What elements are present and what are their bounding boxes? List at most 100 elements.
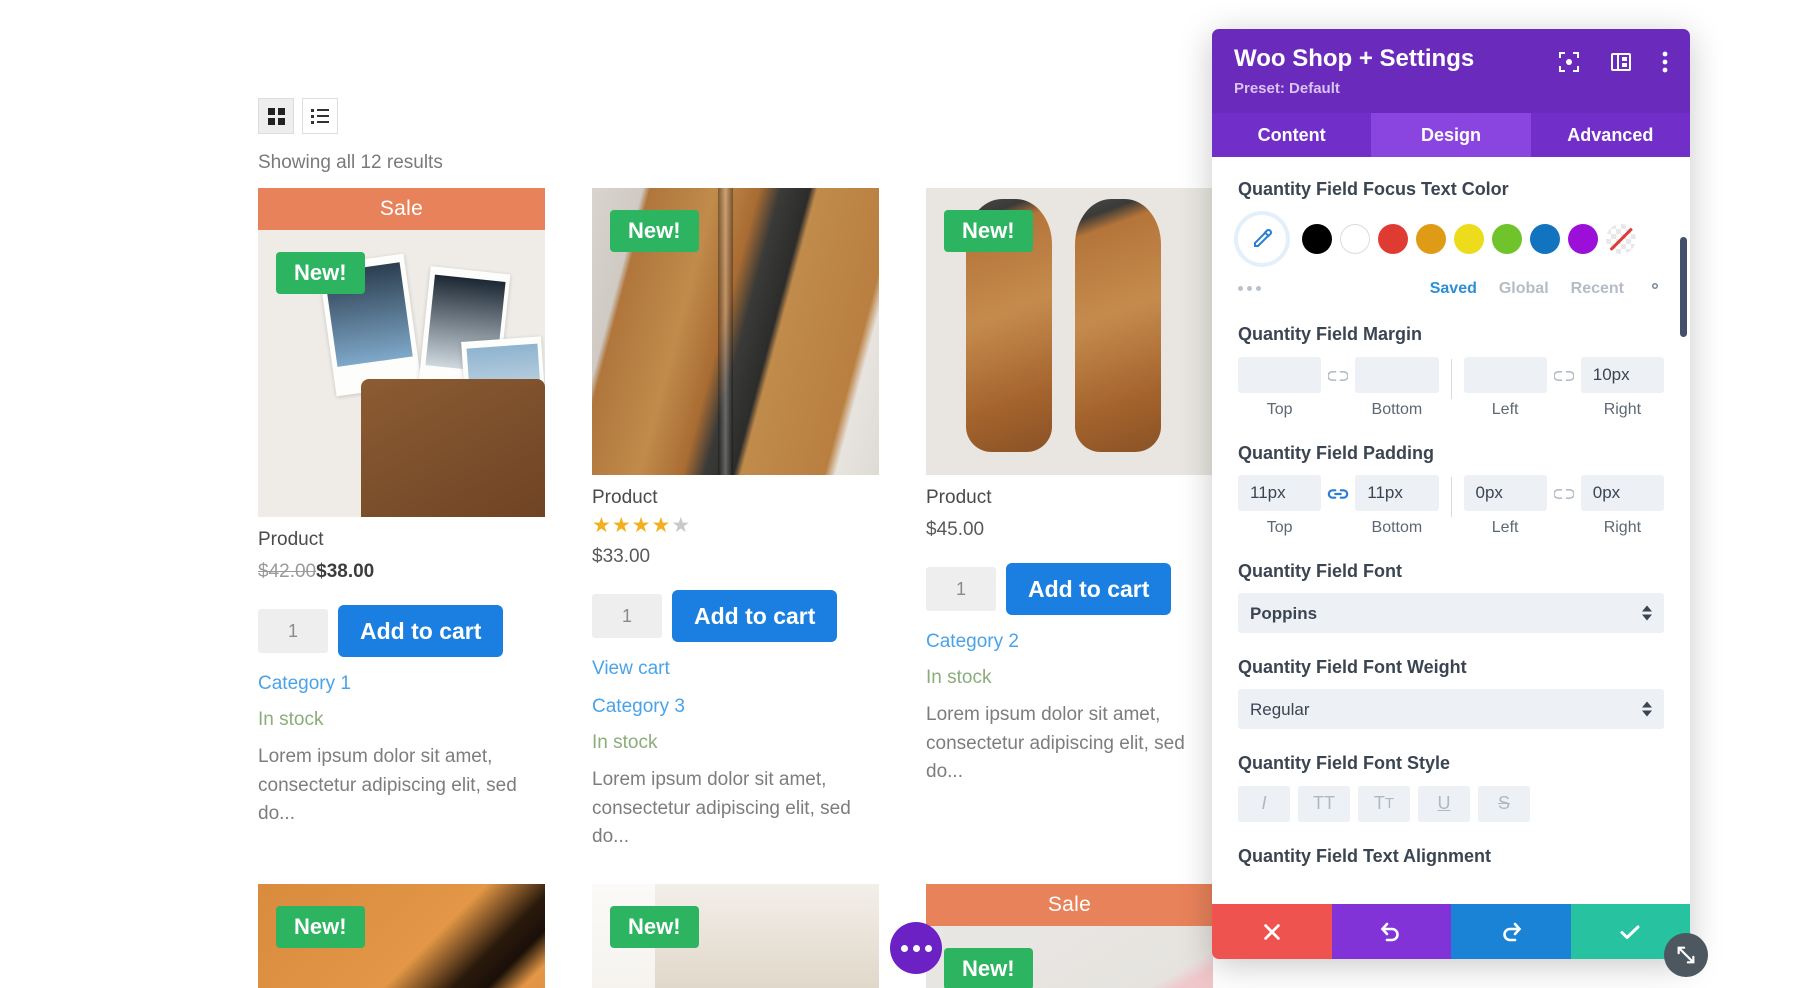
color-tab-global[interactable]: Global (1499, 280, 1549, 298)
swatch-black[interactable] (1302, 224, 1332, 255)
swatch-red[interactable] (1378, 224, 1408, 255)
product-card[interactable]: New! Product ★★★★★ $33.00 Add to cart Vi… (592, 188, 879, 852)
padding-block: Quantity Field Padding Top Bottom (1238, 441, 1664, 537)
gear-icon[interactable] (1646, 277, 1664, 300)
focus-icon[interactable] (1558, 51, 1580, 73)
new-badge: New! (276, 252, 365, 294)
product-card[interactable]: Sale New! Product $42.00$38.00 Add to ca… (258, 188, 545, 852)
tab-content[interactable]: Content (1212, 113, 1371, 157)
color-tab-saved[interactable]: Saved (1430, 280, 1477, 298)
product-price: $33.00 (592, 546, 651, 567)
italic-button[interactable]: I (1238, 785, 1290, 822)
product-image[interactable]: New! (258, 883, 545, 988)
product-image[interactable]: New! (926, 925, 1213, 988)
swatch-purple[interactable] (1568, 224, 1598, 255)
shop-page: Showing all 12 results Sale New! Product… (0, 0, 1240, 988)
product-category-link[interactable]: Category 3 (592, 696, 879, 718)
stock-status: In stock (258, 709, 324, 730)
list-view-button[interactable] (302, 98, 338, 134)
font-select[interactable]: Poppins (1238, 593, 1664, 634)
layout-icon[interactable] (1610, 51, 1632, 73)
sale-badge: Sale (258, 188, 545, 230)
floating-options-button[interactable] (890, 922, 942, 974)
padding-link-top-bottom-icon[interactable] (1321, 486, 1355, 526)
new-badge: New! (610, 905, 699, 948)
product-description: Lorem ipsum dolor sit amet, consectetur … (926, 704, 1185, 782)
settings-panel: Woo Shop + Settings Preset: Default Cont… (1212, 29, 1708, 977)
font-style-label: Quantity Field Font Style (1238, 753, 1451, 774)
quantity-input[interactable] (258, 609, 328, 653)
padding-left-caption: Left (1491, 518, 1519, 536)
panel-scrollbar[interactable] (1680, 237, 1687, 337)
font-weight-label: Quantity Field Font Weight (1238, 657, 1467, 678)
product-price: $45.00 (926, 519, 985, 540)
margin-right-caption: Right (1603, 400, 1642, 418)
padding-left-input[interactable] (1463, 474, 1547, 511)
redo-button[interactable] (1451, 904, 1571, 959)
sale-badge: Sale (926, 883, 1213, 926)
cancel-button[interactable] (1212, 904, 1332, 959)
product-image[interactable]: New! (592, 883, 879, 988)
margin-bottom-input[interactable] (1355, 356, 1439, 393)
swatch-green[interactable] (1492, 224, 1522, 255)
more-dots-icon[interactable] (1238, 286, 1294, 292)
product-card[interactable]: New! Product $45.00 Add to cart Category… (926, 188, 1213, 852)
padding-right-input[interactable] (1580, 474, 1664, 511)
stock-status: In stock (926, 667, 992, 688)
product-image[interactable]: New! (592, 188, 879, 475)
product-category-link[interactable]: Category 1 (258, 673, 545, 695)
quantity-input[interactable] (592, 594, 662, 638)
panel-tabs: Content Design Advanced (1212, 113, 1690, 157)
color-tab-recent[interactable]: Recent (1571, 280, 1624, 298)
product-card[interactable]: Sale New! (926, 883, 1213, 988)
stock-status: In stock (592, 732, 658, 753)
swatch-blue[interactable] (1530, 224, 1560, 255)
product-title: Product (926, 487, 992, 508)
eyedropper-icon[interactable] (1238, 215, 1286, 264)
list-icon (311, 108, 329, 124)
add-to-cart-button[interactable]: Add to cart (672, 590, 838, 642)
add-to-cart-button[interactable]: Add to cart (338, 605, 504, 657)
panel-body: Quantity Field Focus Text Color Saved Gl… (1212, 157, 1690, 904)
padding-bottom-caption: Bottom (1371, 518, 1423, 536)
padding-right-caption: Right (1603, 518, 1642, 536)
margin-right-input[interactable] (1580, 356, 1664, 393)
margin-link-left-right-icon[interactable] (1547, 369, 1581, 407)
font-block: Quantity Field Font Poppins (1238, 559, 1664, 634)
quantity-input[interactable] (926, 567, 996, 611)
undo-button[interactable] (1331, 904, 1451, 959)
padding-top-caption: Top (1266, 518, 1293, 536)
more-vertical-icon[interactable] (1662, 51, 1668, 73)
panel-header-icons (1558, 51, 1668, 73)
view-cart-link[interactable]: View cart (592, 658, 879, 680)
resize-icon[interactable] (1664, 933, 1708, 977)
product-image[interactable]: New! (926, 188, 1213, 475)
padding-fields: Top Bottom Left (1238, 474, 1664, 537)
tab-advanced[interactable]: Advanced (1531, 113, 1690, 157)
margin-left-input[interactable] (1463, 356, 1547, 393)
panel-preset[interactable]: Preset: Default (1234, 80, 1668, 97)
smallcaps-button[interactable]: TT (1358, 785, 1410, 822)
product-card[interactable]: New! (592, 883, 879, 988)
padding-link-left-right-icon[interactable] (1547, 487, 1581, 525)
swatch-yellow[interactable] (1454, 224, 1484, 255)
font-weight-select[interactable]: Regular (1238, 689, 1664, 730)
margin-link-top-bottom-icon[interactable] (1321, 369, 1355, 407)
swatch-orange[interactable] (1416, 224, 1446, 255)
swatch-white[interactable] (1340, 224, 1370, 255)
margin-bottom-caption: Bottom (1371, 400, 1423, 418)
product-image[interactable]: New! (258, 230, 545, 517)
add-to-cart-button[interactable]: Add to cart (1006, 563, 1172, 615)
swatch-transparent[interactable] (1606, 224, 1636, 255)
tab-design[interactable]: Design (1371, 113, 1531, 157)
grid-view-button[interactable] (258, 98, 294, 134)
product-card[interactable]: New! (258, 883, 545, 988)
underline-button[interactable]: U (1418, 785, 1470, 822)
uppercase-button[interactable]: TT (1298, 785, 1350, 822)
padding-top-input[interactable] (1238, 474, 1322, 511)
margin-top-caption: Top (1266, 400, 1293, 418)
product-category-link[interactable]: Category 2 (926, 631, 1213, 653)
margin-top-input[interactable] (1238, 356, 1322, 393)
strikethrough-button[interactable]: S (1478, 785, 1530, 822)
padding-bottom-input[interactable] (1355, 474, 1439, 511)
